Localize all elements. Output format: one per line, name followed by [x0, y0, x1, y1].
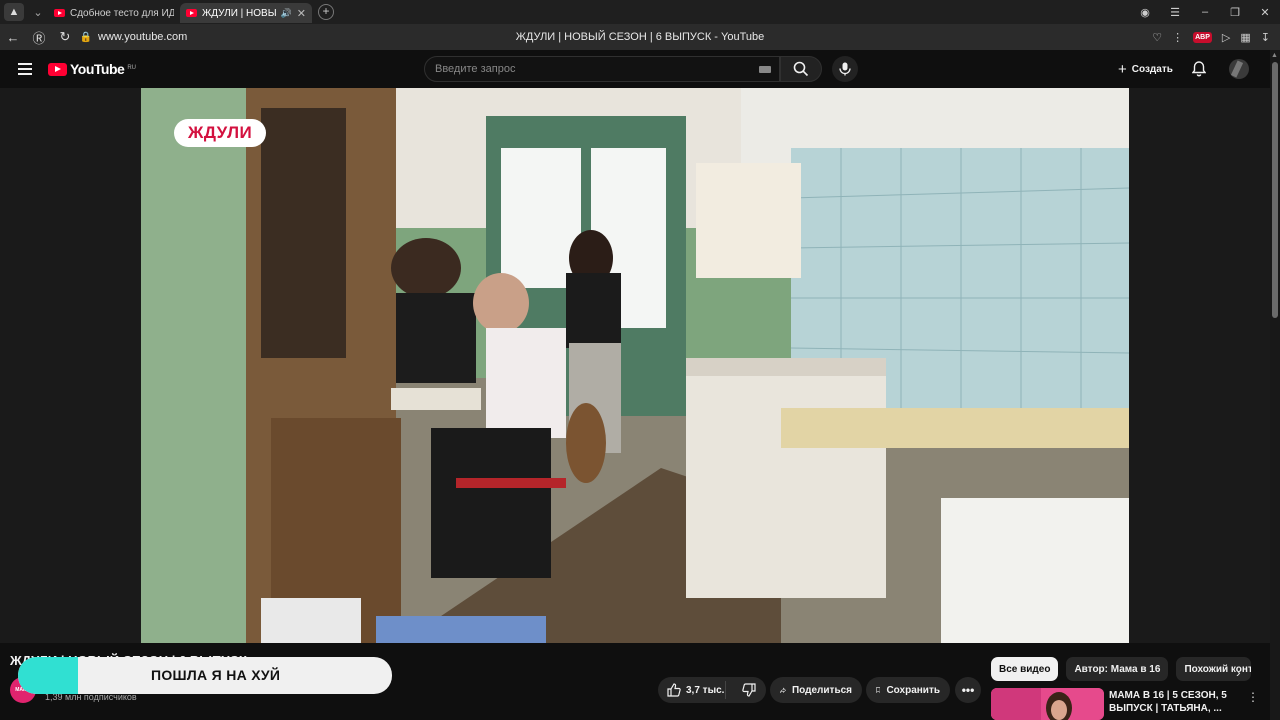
scroll-up-icon[interactable]: ▲ [1271, 52, 1278, 59]
close-tab-icon[interactable]: ✕ [297, 7, 306, 20]
tab-label: ЖДУЛИ | НОВЫЙ С [202, 7, 276, 19]
search-box [424, 56, 780, 82]
new-tab-button[interactable]: + [318, 4, 334, 20]
back-icon[interactable]: ← [0, 30, 26, 45]
more-vertical-icon[interactable]: ⋮ [1172, 31, 1183, 44]
adblock-icon[interactable]: ABP [1193, 31, 1212, 43]
youtube-header: YouTube RU + Создать [0, 50, 1280, 88]
search-button[interactable] [780, 56, 822, 82]
more-horizontal-icon: ••• [961, 683, 975, 697]
browser-tab-strip: ▲ ⌄ Сдобное тесто для ИДЕА ЖДУЛИ | НОВЫЙ… [0, 0, 1280, 24]
save-label: Сохранить [886, 684, 940, 696]
video-frame-image [141, 88, 1129, 643]
recommendation-thumbnail[interactable] [991, 688, 1104, 720]
youtube-favicon-icon [186, 9, 197, 17]
search-input[interactable] [435, 63, 735, 75]
downloads-icon[interactable]: ↧ [1261, 31, 1270, 44]
show-badge: ЖДУЛИ [174, 119, 267, 147]
overlay-text: ПОШЛА Я НА ХУЙ [151, 667, 281, 683]
browser-tab-2[interactable]: ЖДУЛИ | НОВЫЙ С 🔊 ✕ [180, 3, 312, 23]
maximize-icon[interactable]: ❐ [1220, 6, 1250, 19]
voice-search-button[interactable] [832, 56, 858, 82]
recommendation-title[interactable]: МАМА В 16 | 5 СЕЗОН, 5 ВЫПУСК | ТАТЬЯНА,… [1109, 689, 1229, 715]
bookmark-icon[interactable]: ♡ [1152, 31, 1162, 44]
share-label: Поделиться [791, 684, 852, 696]
account-avatar[interactable] [1229, 59, 1249, 79]
search-icon [793, 61, 809, 77]
page-title: ЖДУЛИ | НОВЫЙ СЕЗОН | 6 ВЫПУСК - YouTube [515, 31, 765, 43]
overlay-banner: ПОШЛА Я НА ХУЙ [18, 657, 392, 694]
minimize-icon[interactable]: – [1190, 6, 1220, 18]
youtube-logo-icon [48, 62, 67, 76]
save-button[interactable]: Сохранить [866, 677, 950, 703]
tab-audio-icon[interactable]: ▲ [4, 3, 24, 21]
collections-icon[interactable]: ▦ [1240, 31, 1250, 44]
dislike-button[interactable] [732, 683, 766, 697]
chevron-right-icon[interactable]: › [1236, 664, 1241, 680]
site-info-icon[interactable]: 🔒 [78, 32, 94, 43]
scroll-thumb[interactable] [1272, 62, 1278, 318]
create-label: Создать [1131, 63, 1173, 75]
extension-icon[interactable]: ▷ [1222, 31, 1230, 44]
logo-region: RU [127, 65, 136, 71]
menu-icon[interactable]: ☰ [1160, 6, 1190, 19]
more-vertical-icon[interactable]: ⋮ [1247, 690, 1259, 704]
window-controls: ◉ ☰ – ❐ ✕ [1130, 6, 1280, 19]
address-bar: ← Ⓡ ↻ 🔒 www.youtube.com ЖДУЛИ | НОВЫЙ СЕ… [0, 24, 1280, 50]
keyboard-icon[interactable] [759, 66, 771, 73]
like-button[interactable]: 3,7 тыс. [658, 681, 727, 699]
speaker-icon[interactable]: 🔊 [281, 8, 292, 19]
like-dislike-group: 3,7 тыс. [658, 677, 766, 703]
logo-text: YouTube [70, 61, 125, 77]
like-count: 3,7 тыс. [686, 684, 725, 696]
share-button[interactable]: Поделиться [770, 677, 862, 703]
thumbs-up-icon [667, 683, 681, 697]
tab-label: Сдобное тесто для ИДЕА [70, 7, 174, 19]
chip-author[interactable]: Автор: Мама в 16 [1066, 657, 1169, 681]
notifications-button[interactable] [1191, 61, 1207, 82]
more-actions-button[interactable]: ••• [955, 677, 981, 703]
reload-icon[interactable]: ↻ [52, 29, 78, 45]
overlay-progress-fill [18, 657, 78, 694]
profile-icon[interactable]: ◉ [1130, 6, 1160, 19]
plus-icon: + [1118, 60, 1127, 78]
browser-tab-1[interactable]: Сдобное тесто для ИДЕА [48, 3, 180, 23]
bell-icon [1191, 61, 1207, 77]
chip-all-videos[interactable]: Все видео [991, 657, 1059, 681]
share-icon [780, 687, 786, 693]
tab-list-chevron-icon[interactable]: ⌄ [28, 3, 48, 21]
guide-menu-icon[interactable] [18, 63, 32, 75]
save-playlist-icon [876, 687, 881, 693]
page-scrollbar[interactable]: ▲ [1270, 50, 1280, 720]
filter-chips: Все видео Автор: Мама в 16 Похожий конт [991, 657, 1252, 681]
microphone-icon [839, 62, 851, 76]
close-window-icon[interactable]: ✕ [1250, 6, 1280, 19]
thumbnail-image [991, 688, 1104, 720]
video-player[interactable]: ЖДУЛИ [141, 88, 1129, 643]
thumbs-down-icon [742, 683, 756, 697]
youtube-logo[interactable]: YouTube RU [48, 61, 136, 77]
create-button[interactable]: + Создать [1110, 58, 1181, 80]
youtube-favicon-icon [54, 9, 65, 17]
browser-logo-icon[interactable]: Ⓡ [26, 28, 52, 47]
url-field[interactable]: www.youtube.com [98, 31, 187, 43]
